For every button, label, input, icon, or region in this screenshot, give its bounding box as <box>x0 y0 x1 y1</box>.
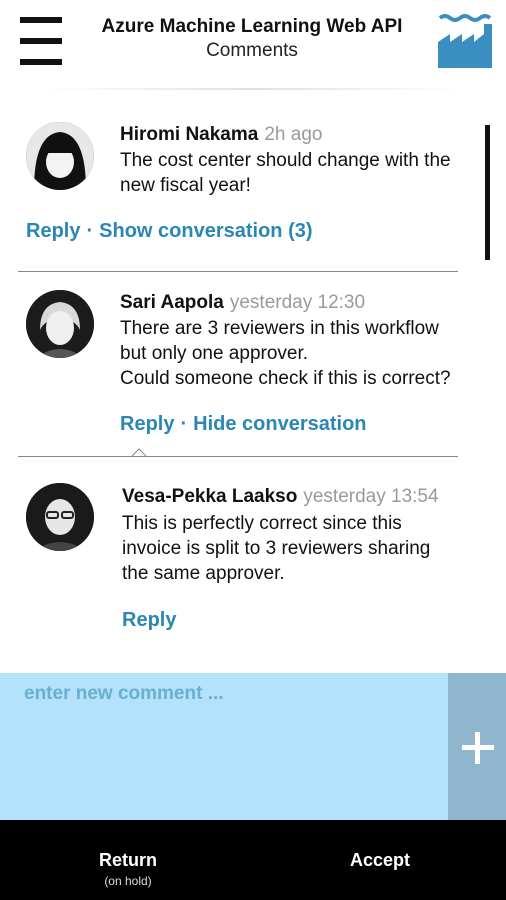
comment-actions: Reply · Show conversation (3) <box>26 220 313 243</box>
new-comment-input[interactable] <box>24 683 434 809</box>
comment-actions: Reply <box>122 609 176 632</box>
comment-line: Could someone check if this is correct? <box>120 368 451 389</box>
comment-meta: Vesa-Pekka Laakso yesterday 13:54 <box>122 486 439 508</box>
comment-line: the same approver. <box>122 563 285 584</box>
page-title: Comments <box>206 40 298 61</box>
header-divider <box>40 88 466 90</box>
comment-timestamp: yesterday 13:54 <box>303 486 439 507</box>
comment-timestamp: yesterday 12:30 <box>229 292 366 313</box>
reply-link[interactable]: Reply <box>120 413 174 435</box>
show-conversation-link[interactable]: Show conversation (3) <box>99 220 312 242</box>
plus-icon-stem <box>475 732 480 764</box>
comment-body: This is perfectly correct since this inv… <box>122 511 482 586</box>
add-comment-button[interactable] <box>448 673 506 820</box>
comment-divider <box>18 271 458 272</box>
return-status: (on hold) <box>104 874 152 888</box>
comment-body: There are 3 reviewers in this workflow b… <box>120 316 480 391</box>
comment-line: new fiscal year! <box>120 175 251 196</box>
comment-meta: Sari Aapola yesterday 12:30 <box>120 292 365 314</box>
action-separator: · <box>86 220 94 242</box>
comment-author: Sari Aapola <box>120 292 224 313</box>
comment-actions: Reply · Hide conversation <box>120 413 367 436</box>
avatar <box>26 483 94 551</box>
comment-body: The cost center should change with the n… <box>120 148 480 198</box>
comment-meta: Hiromi Nakama 2h ago <box>120 124 322 146</box>
comment-line: There are 3 reviewers in this workflow <box>120 318 439 339</box>
accept-button[interactable]: Accept <box>292 820 468 900</box>
new-comment-panel <box>0 673 448 820</box>
avatar <box>26 290 94 358</box>
comment-line: This is perfectly correct since this <box>122 513 402 534</box>
conversation-divider <box>18 456 458 457</box>
reply-link[interactable]: Reply <box>26 220 80 242</box>
reply-link[interactable]: Reply <box>122 609 176 631</box>
comment-line: invoice is split to 3 reviewers sharing <box>122 538 431 559</box>
return-label: Return <box>99 850 157 870</box>
conversation-pointer-icon <box>132 448 146 457</box>
hide-conversation-link[interactable]: Hide conversation <box>193 413 366 435</box>
comment-author: Hiromi Nakama <box>120 124 259 145</box>
scrollbar-thumb[interactable] <box>485 125 490 260</box>
accept-label: Accept <box>349 850 411 870</box>
comment-line: but only one approver. <box>120 343 309 364</box>
hamburger-menu-icon[interactable] <box>20 17 62 65</box>
comment-line: The cost center should change with the <box>120 150 451 171</box>
bottom-action-bar: Return (on hold) Accept <box>0 820 506 900</box>
comment-timestamp: 2h ago <box>264 124 323 145</box>
avatar <box>26 122 94 190</box>
action-separator: · <box>180 413 188 435</box>
return-button[interactable]: Return (on hold) <box>40 820 216 900</box>
factory-logo-icon <box>436 12 494 70</box>
comment-author: Vesa-Pekka Laakso <box>122 486 298 507</box>
app-title: Azure Machine Learning Web API <box>101 16 403 37</box>
app-header: Azure Machine Learning Web API Comments <box>0 0 506 90</box>
